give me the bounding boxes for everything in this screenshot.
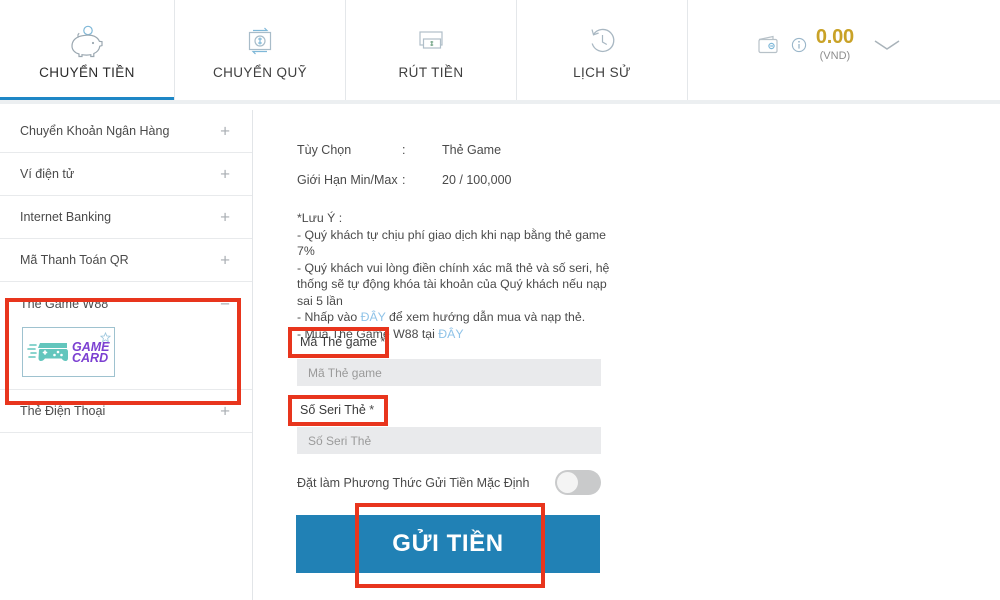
serial-label: Số Seri Thẻ * xyxy=(300,403,374,417)
main-tabs: CHUYỂN TIỀN CHUYỂN QUỸ RÚT TIỀN LỊCH SỬ xyxy=(0,0,688,101)
collapse-minus-icon[interactable]: − xyxy=(220,295,230,312)
card-code-label: Mã Thẻ game * xyxy=(300,335,385,349)
sidebar-item-bank-transfer[interactable]: Chuyển Khoản Ngân Hàng + xyxy=(0,110,252,153)
top-navigation-bar: CHUYỂN TIỀN CHUYỂN QUỸ RÚT TIỀN LỊCH SỬ … xyxy=(0,0,1000,104)
info-value: Thẻ Game xyxy=(442,143,502,157)
sidebar-item-internet-banking[interactable]: Internet Banking + xyxy=(0,196,252,239)
default-method-label: Đặt làm Phương Thức Gửi Tiền Mặc Định xyxy=(297,475,530,490)
info-row: Giới Hạn Min/Max : 20 / 100,000 xyxy=(297,173,512,203)
tab-chuyen-quy[interactable]: CHUYỂN QUỸ xyxy=(175,0,346,100)
svg-text:CARD: CARD xyxy=(72,351,108,365)
info-row: Tùy Chọn : Thẻ Game xyxy=(297,143,512,173)
currency-label: (VND) xyxy=(819,50,851,62)
info-value: 20 / 100,000 xyxy=(442,173,512,187)
sidebar-item-label: Thẻ Game W88 xyxy=(20,296,109,311)
chevron-down-icon[interactable] xyxy=(872,37,902,53)
sidebar-item-label: Chuyển Khoản Ngân Hàng xyxy=(20,124,170,138)
toggle-knob xyxy=(557,472,578,493)
deposit-form-panel: Tùy Chọn : Thẻ Game Giới Hạn Min/Max : 2… xyxy=(253,110,1000,600)
info-icon[interactable] xyxy=(791,37,807,53)
guide-link[interactable]: ĐÂY xyxy=(361,310,386,324)
withdraw-cash-icon xyxy=(413,21,449,61)
deposit-info-summary: Tùy Chọn : Thẻ Game Giới Hạn Min/Max : 2… xyxy=(297,143,512,203)
submit-deposit-button[interactable]: GỬI TIỀN xyxy=(296,515,600,573)
note-title: *Lưu Ý : xyxy=(297,211,343,225)
info-colon: : xyxy=(402,143,406,157)
card-code-input[interactable] xyxy=(297,359,601,386)
expand-plus-icon[interactable]: + xyxy=(220,252,230,269)
info-key: Tùy Chọn xyxy=(297,143,352,157)
required-asterisk: * xyxy=(369,403,375,417)
info-colon: : xyxy=(402,173,406,187)
sidebar-item-label: Ví điện tử xyxy=(20,167,75,181)
piggy-bank-icon xyxy=(69,21,105,61)
card-code-label-text: Mã Thẻ game xyxy=(300,335,377,349)
important-note-block: *Lưu Ý : - Quý khách tự chịu phí giao dị… xyxy=(297,210,615,342)
sidebar-item-ewallet[interactable]: Ví điện tử + xyxy=(0,153,252,196)
wallet-balance-area[interactable]: 0.00 (VND) xyxy=(756,27,902,62)
wallet-icon xyxy=(756,33,782,57)
sidebar-item-game-card-w88[interactable]: Thẻ Game W88 − xyxy=(0,282,252,325)
sidebar-item-label: Internet Banking xyxy=(20,210,112,224)
tab-label: CHUYỂN QUỸ xyxy=(212,64,307,80)
tab-label: LỊCH SỬ xyxy=(573,64,631,80)
game-card-options-tray: GAME CARD xyxy=(0,325,252,389)
tab-chuyen-tien[interactable]: CHUYỂN TIỀN xyxy=(0,0,175,101)
note-line-fee: - Quý khách tự chịu phí giao dịch khi nạ… xyxy=(297,227,607,259)
note-line-accuracy: - Quý khách vui lòng điền chính xác mã t… xyxy=(297,260,610,308)
sidebar-group-game-card: Thẻ Game W88 − GAME CARD xyxy=(0,282,252,390)
expand-plus-icon[interactable]: + xyxy=(220,403,230,420)
sidebar-item-phone-card[interactable]: Thẻ Điện Thoại + xyxy=(0,390,252,433)
tab-lich-su[interactable]: LỊCH SỬ xyxy=(517,0,688,100)
default-method-toggle-row: Đặt làm Phương Thức Gửi Tiền Mặc Định xyxy=(297,470,601,495)
game-card-option[interactable]: GAME CARD xyxy=(22,327,115,377)
favorite-star-icon[interactable] xyxy=(99,330,112,348)
serial-input[interactable] xyxy=(297,427,601,454)
note-guide-pre: - Nhấp vào xyxy=(297,310,361,324)
info-key: Giới Hạn Min/Max xyxy=(297,173,398,187)
tab-label: RÚT TIỀN xyxy=(398,64,464,80)
expand-plus-icon[interactable]: + xyxy=(220,123,230,140)
tab-rut-tien[interactable]: RÚT TIỀN xyxy=(346,0,517,100)
history-clock-icon xyxy=(585,21,619,61)
game-card-logo: GAME CARD xyxy=(26,340,110,365)
sidebar-item-label: Thẻ Điện Thoại xyxy=(20,404,106,418)
balance-value: 0.00 xyxy=(815,26,854,48)
payment-methods-sidebar: Chuyển Khoản Ngân Hàng + Ví điện tử + In… xyxy=(0,110,253,600)
default-method-toggle[interactable] xyxy=(555,470,601,495)
expand-plus-icon[interactable]: + xyxy=(220,166,230,183)
transfer-funds-icon xyxy=(243,21,277,61)
expand-plus-icon[interactable]: + xyxy=(220,209,230,226)
note-line-guide: - Nhấp vào ĐÂY để xem hướng dẫn mua và n… xyxy=(297,309,615,326)
required-asterisk: * xyxy=(380,335,386,349)
sidebar-item-qr-payment[interactable]: Mã Thanh Toán QR + xyxy=(0,239,252,282)
tab-label: CHUYỂN TIỀN xyxy=(39,64,135,80)
buy-card-link[interactable]: ĐÂY xyxy=(438,327,463,341)
serial-label-text: Số Seri Thẻ xyxy=(300,403,366,417)
topbar-bottom-rule xyxy=(0,100,1000,104)
sidebar-item-label: Mã Thanh Toán QR xyxy=(20,253,129,267)
wallet-amount: 0.00 (VND) xyxy=(816,27,854,62)
note-guide-post: để xem hướng dẫn mua và nạp thẻ. xyxy=(385,310,586,324)
